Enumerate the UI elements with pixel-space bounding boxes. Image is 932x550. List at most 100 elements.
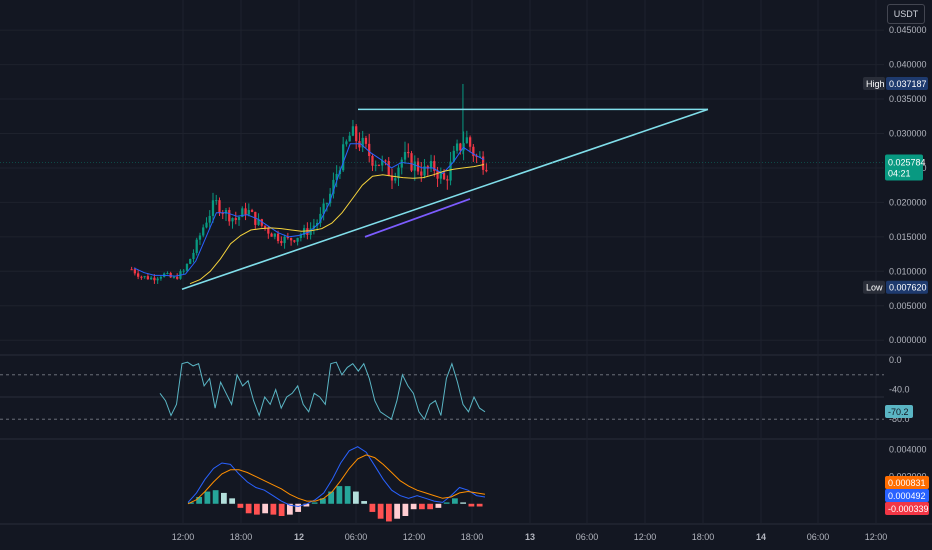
candle-body (276, 233, 280, 242)
price-tick-label: 0.020000 (889, 197, 927, 207)
candle-body (130, 269, 133, 271)
candle-body (465, 137, 468, 144)
price-tick-label: 0.010000 (889, 266, 927, 276)
low-label: Low (866, 283, 883, 293)
macd-histogram-bar (212, 490, 219, 504)
candle-body (231, 218, 234, 222)
macd-histogram-bar (476, 503, 483, 507)
price-tick-label: 0.005000 (889, 301, 927, 311)
candle-body (306, 228, 309, 235)
macd-histogram-bar (468, 503, 475, 507)
macd-histogram-bar (386, 503, 392, 522)
macd-histogram-bar (221, 492, 227, 504)
macd-histogram-bar (270, 503, 277, 515)
time-tick-label: 12:00 (865, 532, 888, 542)
candle-body (153, 277, 156, 281)
time-tick-label: 18:00 (692, 532, 715, 542)
macd-tick-label: 0.004000 (889, 444, 927, 454)
macd-histogram-bar (336, 486, 343, 504)
time-tick-label: 12:00 (172, 532, 195, 542)
candle-body (420, 171, 423, 176)
price-tick-label: 0.015000 (889, 232, 927, 242)
candle-body (439, 172, 442, 179)
macd-histogram-bar (245, 503, 252, 514)
candle-body (413, 161, 416, 171)
candle-body (192, 252, 195, 260)
candle-body (407, 151, 410, 154)
macd-histogram-bar (361, 501, 368, 504)
candle-body (237, 216, 241, 221)
time-tick-label: 06:00 (576, 532, 599, 542)
candle-body (293, 240, 296, 242)
candle-body (221, 213, 224, 215)
macd-histogram-bar (402, 503, 409, 516)
time-tick-label: 13 (525, 532, 535, 542)
candle-body (195, 239, 198, 253)
candle-body (355, 126, 358, 142)
candle-body (270, 233, 273, 237)
candle-body (368, 143, 371, 156)
macd-histogram-bar (344, 486, 351, 504)
macd-histogram-bar (229, 498, 236, 504)
candle-body (348, 135, 351, 142)
price-tick-label: 0.045000 (889, 25, 927, 35)
candle-body (351, 126, 355, 136)
candle-body (468, 137, 472, 147)
macd-histogram-bar (295, 503, 302, 512)
candle-body (387, 161, 390, 176)
price-tick-label: 0.035000 (889, 94, 927, 104)
macd-histogram-bar (410, 503, 417, 510)
chart-background (0, 0, 932, 550)
candle-body (374, 164, 377, 166)
high-value-tag: 0.037187 (889, 79, 927, 89)
candle-body (273, 233, 276, 237)
candle-body (345, 141, 348, 145)
macd-histogram-bar (204, 491, 211, 504)
candle-body (296, 237, 299, 242)
candle-body (247, 210, 250, 215)
macd-histogram-bar (419, 503, 425, 510)
candle-body (377, 164, 381, 166)
macd-value-tag: -0.000339 (888, 504, 929, 514)
candle-body (150, 277, 153, 280)
candle-body (146, 276, 150, 280)
candle-body (436, 170, 439, 179)
last-price-value: 0.025784 (888, 158, 926, 168)
time-tick-label: 18:00 (461, 532, 484, 542)
candle-body (234, 218, 237, 221)
candle-body (325, 203, 329, 205)
macd-histogram-bar (353, 491, 359, 504)
candle-body (156, 278, 159, 281)
osc-tick-label: -40.0 (889, 385, 910, 395)
macd-histogram-bar (394, 503, 401, 519)
candle-body (250, 210, 254, 212)
candle-body (166, 273, 169, 275)
candle-body (218, 200, 221, 214)
trading-chart[interactable]: 0.0450000.0400000.0350000.0300000.025000… (0, 0, 932, 550)
candle-body (384, 160, 387, 162)
macd-histogram-bar (460, 502, 467, 504)
currency-button[interactable]: USDT (887, 4, 925, 24)
candle-body (485, 169, 488, 172)
candle-body (169, 273, 172, 278)
macd-value-tag: 0.000492 (888, 491, 926, 501)
candle-body (394, 178, 397, 181)
price-tick-label: 0.040000 (889, 60, 927, 70)
low-value-tag: 0.007620 (889, 283, 927, 293)
candle-body (215, 200, 218, 202)
macd-histogram-bar (196, 496, 203, 504)
macd-histogram-bar (262, 503, 269, 514)
candle-body (182, 270, 185, 272)
candle-body (198, 235, 202, 240)
candle-body (202, 227, 205, 236)
candle-body (342, 144, 345, 171)
candle-body (283, 236, 286, 244)
candle-body (410, 153, 413, 171)
candle-body (189, 259, 192, 264)
time-tick-label: 06:00 (345, 532, 368, 542)
candle-body (228, 210, 231, 222)
candle-body (176, 276, 179, 279)
macd-histogram-bar (435, 503, 442, 508)
candle-body (244, 208, 247, 215)
time-tick-label: 06:00 (807, 532, 830, 542)
